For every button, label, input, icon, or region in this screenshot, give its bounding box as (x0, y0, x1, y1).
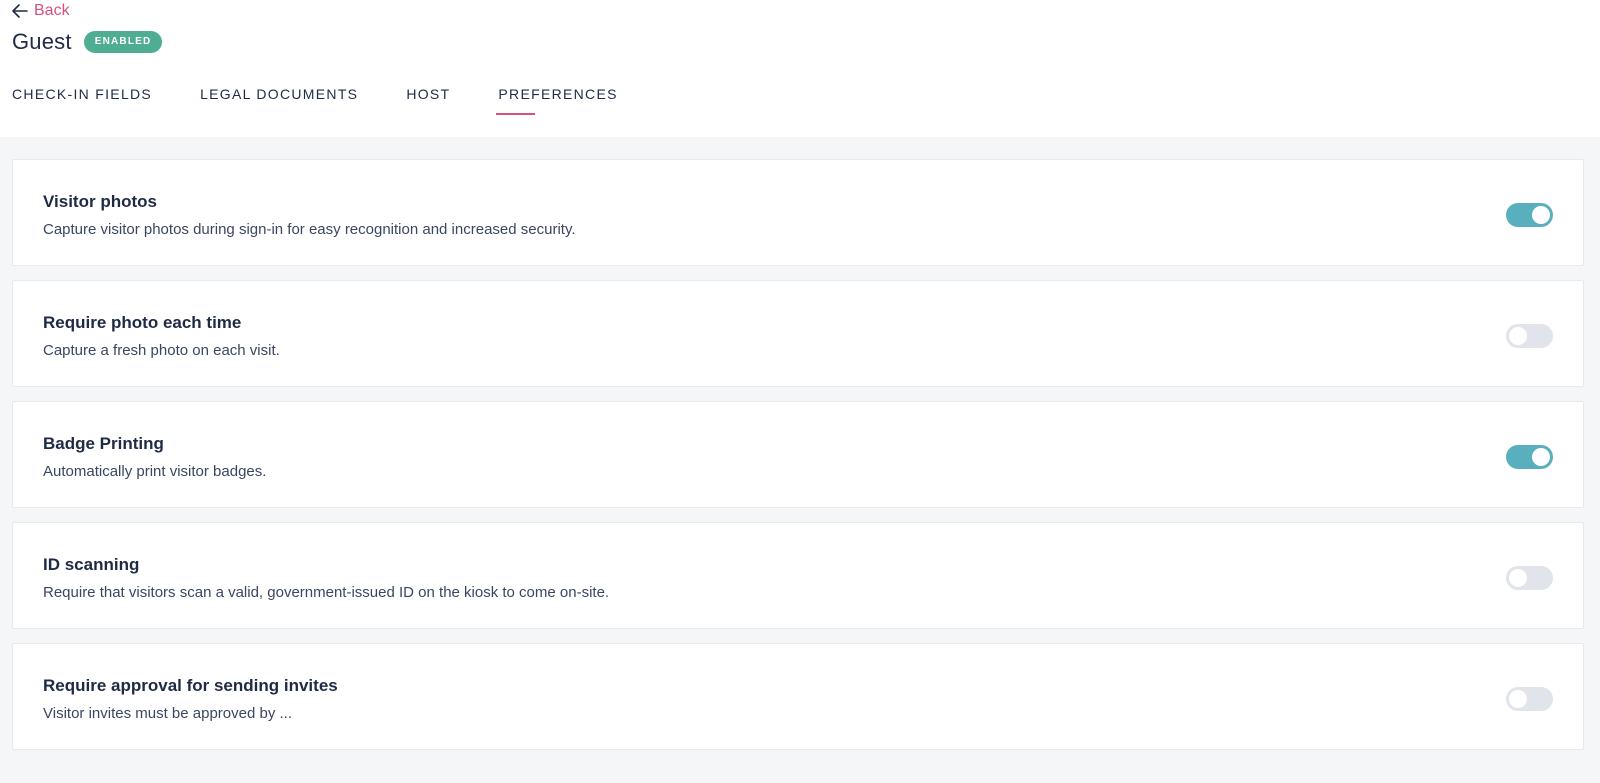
tab-host[interactable]: HOST (406, 86, 450, 108)
page-title: Guest (12, 29, 72, 54)
back-link[interactable]: Back (12, 2, 70, 20)
preferences-list: Visitor photos Capture visitor photos du… (12, 159, 1584, 764)
tab-preferences[interactable]: PREFERENCES (496, 86, 617, 115)
require-approval-toggle[interactable] (1506, 687, 1553, 711)
preference-description: Capture a fresh photo on each visit. (43, 342, 280, 359)
page-header: Back Guest ENABLED CHECK-IN FIELDS LEGAL… (0, 0, 1600, 137)
preference-card-badge-printing: Badge Printing Automatically print visit… (12, 401, 1584, 508)
toggle-knob (1532, 206, 1550, 224)
preference-title: Require approval for sending invites (43, 676, 338, 695)
tab-legal-documents[interactable]: LEGAL DOCUMENTS (200, 86, 358, 108)
preference-card-visitor-photos: Visitor photos Capture visitor photos du… (12, 159, 1584, 266)
toggle-knob (1532, 448, 1550, 466)
preference-card-require-approval: Require approval for sending invites Vis… (12, 643, 1584, 750)
preference-description: Capture visitor photos during sign-in fo… (43, 221, 576, 238)
preference-card-require-photo: Require photo each time Capture a fresh … (12, 280, 1584, 387)
toggle-knob (1509, 569, 1527, 587)
preference-title: Badge Printing (43, 434, 164, 453)
preference-description: Automatically print visitor badges. (43, 463, 267, 480)
visitor-photos-toggle[interactable] (1506, 203, 1553, 227)
tab-check-in-fields[interactable]: CHECK-IN FIELDS (12, 86, 152, 108)
back-label: Back (34, 2, 70, 19)
status-badge: ENABLED (83, 31, 163, 53)
title-row: Guest ENABLED (12, 29, 163, 55)
id-scanning-toggle[interactable] (1506, 566, 1553, 590)
toggle-knob (1509, 690, 1527, 708)
preference-description: Require that visitors scan a valid, gove… (43, 584, 610, 601)
preference-card-id-scanning: ID scanning Require that visitors scan a… (12, 522, 1584, 629)
preference-description: Visitor invites must be approved by ... (43, 705, 293, 722)
preference-title: Visitor photos (43, 192, 157, 211)
preference-title: ID scanning (43, 555, 140, 574)
tab-bar: CHECK-IN FIELDS LEGAL DOCUMENTS HOST PRE… (12, 86, 666, 115)
preference-title: Require photo each time (43, 313, 242, 332)
toggle-knob (1509, 327, 1527, 345)
require-photo-toggle[interactable] (1506, 324, 1553, 348)
arrow-left-icon (12, 4, 28, 18)
badge-printing-toggle[interactable] (1506, 445, 1553, 469)
